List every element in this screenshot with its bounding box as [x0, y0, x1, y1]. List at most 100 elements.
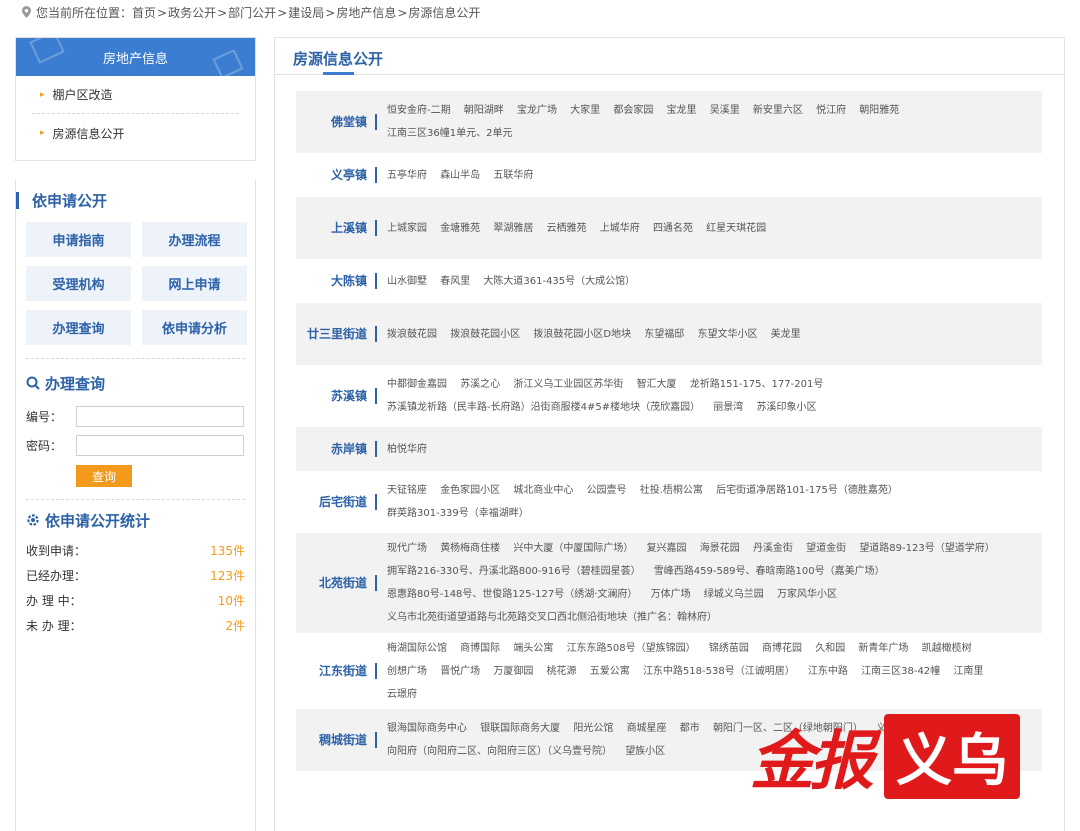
property-link[interactable]: 恩惠路80号-148号、世俊路125-127号（绣湖·文澜府）	[387, 589, 637, 600]
property-link[interactable]: 龙祈路151-175、177-201号	[690, 379, 824, 390]
property-link[interactable]: 宝龙里	[667, 105, 697, 116]
apply-guide-button[interactable]: 申请指南	[26, 222, 131, 257]
status-query-button[interactable]: 办理查询	[26, 310, 131, 345]
property-link[interactable]: 五联华府	[493, 170, 533, 181]
property-link[interactable]: 义乌市北苑街道望道路与北苑路交叉口西北侧沿街地块（推广名：翰林府）	[387, 612, 717, 623]
property-link[interactable]: 向阳府（向阳府二区、向阳府三区）（义乌壹号院）	[387, 746, 612, 757]
property-link[interactable]: 复兴嘉园	[647, 543, 687, 554]
property-link[interactable]: 天钲铭座	[387, 485, 427, 496]
property-link[interactable]: 森山半岛	[440, 170, 480, 181]
breadcrumb-link[interactable]: 房地产信息	[336, 6, 396, 20]
property-link[interactable]: 创想广场	[387, 666, 427, 677]
property-link[interactable]: 云栖雅苑	[547, 223, 587, 234]
property-link[interactable]: 银海国际商务中心	[387, 723, 467, 734]
property-link[interactable]: 四通名苑	[653, 223, 693, 234]
property-link[interactable]: 城北商业中心	[513, 485, 573, 496]
property-link[interactable]: 大陈大道361-435号（大成公馆）	[483, 276, 635, 287]
property-link[interactable]: 梅湖国际公馆	[387, 643, 447, 654]
property-link[interactable]: 东望福邸	[644, 329, 684, 340]
property-link[interactable]: 五爱公寓	[590, 666, 630, 677]
property-link[interactable]: 都会家园	[613, 105, 653, 116]
property-link[interactable]: 江东东路508号（望族锦园）	[567, 643, 696, 654]
property-link[interactable]: 悦江府	[816, 105, 846, 116]
property-link[interactable]: 大家里	[570, 105, 600, 116]
property-link[interactable]: 万厦御园	[493, 666, 533, 677]
property-link[interactable]: 桃花源	[547, 666, 577, 677]
process-button[interactable]: 办理流程	[142, 222, 247, 257]
property-link[interactable]: 晋悦广场	[440, 666, 480, 677]
id-input[interactable]	[76, 406, 244, 427]
property-link[interactable]: 金色家园小区	[440, 485, 500, 496]
property-link[interactable]: 智汇大厦	[637, 379, 677, 390]
property-link[interactable]: 万家风华小区	[777, 589, 837, 600]
property-link[interactable]: 久和园	[815, 643, 845, 654]
property-link[interactable]: 海景花园	[700, 543, 740, 554]
property-link[interactable]: 望族小区	[625, 746, 665, 757]
property-link[interactable]: 上城家园	[387, 223, 427, 234]
property-link[interactable]: 商城星座	[627, 723, 667, 734]
property-link[interactable]: 群英路301-339号（幸福湖畔）	[387, 508, 529, 519]
property-link[interactable]: 拨浪鼓花园	[387, 329, 437, 340]
property-link[interactable]: 东望文华小区	[697, 329, 757, 340]
property-link[interactable]: 江南里	[953, 666, 983, 677]
property-link[interactable]: 望道路89-123号（望道学府）	[859, 543, 994, 554]
property-link[interactable]: 端头公寓	[513, 643, 553, 654]
property-link[interactable]: 拨浪鼓花园小区D地块	[533, 329, 631, 340]
property-link[interactable]: 吴溪里	[710, 105, 740, 116]
nav-item-housing-info[interactable]: ▸ 房源信息公开	[32, 114, 239, 152]
property-link[interactable]: 凯越橄榄树	[922, 643, 972, 654]
property-link[interactable]: 朝阳湖畔	[464, 105, 504, 116]
property-link[interactable]: 山水御墅	[387, 276, 427, 287]
property-link[interactable]: 望道金街	[806, 543, 846, 554]
property-link[interactable]: 社投.梧桐公寓	[640, 485, 703, 496]
property-link[interactable]: 中都御金嘉园	[387, 379, 447, 390]
property-link[interactable]: 苏溪印象小区	[756, 402, 816, 413]
property-link[interactable]: 万体广场	[651, 589, 691, 600]
property-link[interactable]: 云璟府	[387, 689, 417, 700]
property-link[interactable]: 红星天琪花园	[706, 223, 766, 234]
breadcrumb-link[interactable]: 建设局	[288, 6, 324, 20]
agency-button[interactable]: 受理机构	[26, 266, 131, 301]
property-link[interactable]: 绿城义乌兰园	[704, 589, 764, 600]
property-link[interactable]: 商博国际	[460, 643, 500, 654]
property-link[interactable]: 江南三区36幢1单元、2单元	[387, 128, 512, 139]
property-link[interactable]: 美龙里	[771, 329, 801, 340]
property-link[interactable]: 金塘雅苑	[440, 223, 480, 234]
property-link[interactable]: 江南三区38-42幢	[861, 666, 940, 677]
property-link[interactable]: 黄杨梅商住楼	[440, 543, 500, 554]
property-link[interactable]: 翠湖雅居	[493, 223, 533, 234]
property-link[interactable]: 五亭华府	[387, 170, 427, 181]
property-link[interactable]: 苏溪镇龙祈路（民丰路-长府路）沿街商服楼4#5#楼地块（茂欣嘉园）	[387, 402, 700, 413]
online-apply-button[interactable]: 网上申请	[142, 266, 247, 301]
breadcrumb-link[interactable]: 部门公开	[228, 6, 276, 20]
analysis-button[interactable]: 依申请分析	[142, 310, 247, 345]
property-link[interactable]: 锦绣苗园	[709, 643, 749, 654]
property-link[interactable]: 雪峰西路459-589号、春晗南路100号（嘉美广场）	[654, 566, 885, 577]
property-link[interactable]: 苏溪之心	[460, 379, 500, 390]
property-link[interactable]: 宝龙广场	[517, 105, 557, 116]
breadcrumb-link[interactable]: 首页	[132, 6, 156, 20]
nav-item-shantytown[interactable]: ▸ 棚户区改造	[32, 76, 239, 114]
query-submit-button[interactable]: 查询	[76, 465, 132, 487]
property-link[interactable]: 新青年广场	[858, 643, 908, 654]
property-link[interactable]: 阳光公馆	[573, 723, 613, 734]
property-link[interactable]: 银联国际商务大厦	[480, 723, 560, 734]
property-link[interactable]: 江东中路	[808, 666, 848, 677]
property-link[interactable]: 朝阳雅苑	[859, 105, 899, 116]
password-input[interactable]	[76, 435, 244, 456]
property-link[interactable]: 公园壹号	[587, 485, 627, 496]
property-link[interactable]: 恒安金府-二期	[387, 105, 451, 116]
breadcrumb-link[interactable]: 政务公开	[168, 6, 216, 20]
property-link[interactable]: 江东中路518-538号（江诚明居）	[643, 666, 795, 677]
property-link[interactable]: 春风里	[440, 276, 470, 287]
property-link[interactable]: 柏悦华府	[387, 444, 427, 455]
property-link[interactable]: 拥军路216-330号、丹溪北路800-916号（碧桂园星荟）	[387, 566, 641, 577]
property-link[interactable]: 兴中大厦（中厦国际广场）	[513, 543, 633, 554]
property-link[interactable]: 丹溪金街	[753, 543, 793, 554]
property-link[interactable]: 丽景湾	[713, 402, 743, 413]
property-link[interactable]: 上城华府	[600, 223, 640, 234]
property-link[interactable]: 都市	[680, 723, 700, 734]
property-link[interactable]: 浙江义乌工业园区苏华街	[513, 379, 623, 390]
property-link[interactable]: 拨浪鼓花园小区	[450, 329, 520, 340]
property-link[interactable]: 现代广场	[387, 543, 427, 554]
